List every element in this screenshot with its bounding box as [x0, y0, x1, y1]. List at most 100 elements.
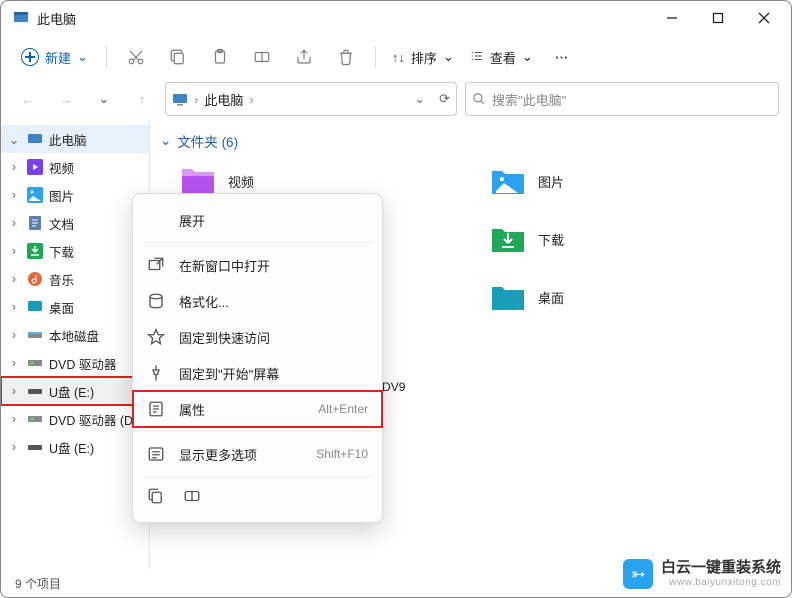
ctx-shortcut: Alt+Enter: [318, 402, 368, 416]
sidebar-item-label: U盘 (E:): [49, 438, 94, 457]
ctx-shortcut: Shift+F10: [316, 447, 368, 461]
breadcrumb-root[interactable]: 此电脑: [204, 90, 243, 109]
new-label: 新建: [45, 48, 71, 67]
ctx-label: 显示更多选项: [179, 445, 302, 464]
dropdown-icon[interactable]: ⌄: [414, 91, 425, 107]
ctx-pin-quick[interactable]: 固定到快速访问: [133, 319, 382, 355]
sidebar-item-label: 桌面: [49, 298, 74, 317]
dvd-icon: [27, 411, 43, 427]
properties-icon: [147, 400, 165, 418]
sidebar-item-documents[interactable]: ›文档: [1, 209, 149, 237]
sidebar-item-downloads[interactable]: ›下载: [1, 237, 149, 265]
ctx-copy-icon[interactable]: [147, 487, 165, 508]
sidebar-item-desktop[interactable]: ›桌面: [1, 293, 149, 321]
more-button[interactable]: ···: [543, 41, 581, 73]
item-count: 9 个项目: [15, 575, 61, 592]
video-icon: [27, 159, 43, 175]
sidebar-item-pictures[interactable]: ›图片: [1, 181, 149, 209]
folder-header[interactable]: ⌄ 文件夹 (6): [160, 131, 785, 151]
ctx-expand[interactable]: 展开: [133, 202, 382, 238]
sidebar-item-local-disk[interactable]: ›本地磁盘: [1, 321, 149, 349]
folder-tile-downloads[interactable]: 下载: [490, 221, 750, 257]
sidebar-item-label: 音乐: [49, 270, 74, 289]
view-label: 查看: [490, 48, 516, 67]
new-button[interactable]: 新建 ⌄: [13, 44, 96, 71]
tile-label: 图片: [538, 172, 564, 191]
search-input[interactable]: 搜索"此电脑": [465, 82, 779, 116]
address-bar[interactable]: › 此电脑 › ⌄ ⟳: [165, 82, 457, 116]
watermark: ➳ 白云一键重装系统 www.baiyunxitong.com: [623, 559, 781, 589]
tile-label: 下载: [538, 230, 564, 249]
sidebar-item-label: 本地磁盘: [49, 326, 99, 345]
sidebar-item-label: 文档: [49, 214, 74, 233]
ctx-show-more[interactable]: 显示更多选项 Shift+F10: [133, 436, 382, 472]
format-icon: [147, 292, 165, 310]
crumb-chevron-icon[interactable]: ›: [194, 92, 198, 107]
music-icon: [27, 271, 43, 287]
usb-icon: [27, 383, 43, 399]
folder-header-label: 文件夹 (6): [177, 131, 238, 151]
folder-tile-desktop[interactable]: 桌面: [490, 279, 750, 315]
address-row: ← → ⌄ ↑ › 此电脑 › ⌄ ⟳ 搜索"此电脑": [1, 79, 791, 119]
document-icon: [27, 215, 43, 231]
title-bar: 此电脑: [1, 1, 791, 35]
star-icon: [147, 328, 165, 346]
usb-icon: [27, 439, 43, 455]
cut-button[interactable]: [117, 41, 155, 73]
sidebar-item-label: DVD 驱动器 (D:: [49, 410, 137, 429]
sidebar-item-videos[interactable]: ›视频: [1, 153, 149, 181]
folder-tile-pictures[interactable]: 图片: [490, 163, 750, 199]
refresh-icon[interactable]: ⟳: [439, 91, 450, 107]
ctx-open-new-window[interactable]: 在新窗口中打开: [133, 247, 382, 283]
close-button[interactable]: [741, 2, 787, 34]
sidebar-item-this-pc[interactable]: ⌄此电脑: [1, 125, 149, 153]
share-button[interactable]: [285, 41, 323, 73]
rename-button[interactable]: [243, 41, 281, 73]
sort-button[interactable]: ↑↓ 排序 ⌄: [386, 48, 460, 67]
ctx-label: 固定到"开始"屏幕: [179, 364, 368, 383]
watermark-icon: ➳: [623, 559, 653, 589]
open-window-icon: [147, 256, 165, 274]
ctx-pin-start[interactable]: 固定到"开始"屏幕: [133, 355, 382, 391]
pc-icon: [172, 91, 188, 107]
ctx-label: 属性: [179, 400, 304, 419]
dvd-icon: [27, 355, 43, 371]
sidebar-item-usb-e[interactable]: ›U盘 (E:): [1, 433, 149, 461]
ctx-properties[interactable]: 属性 Alt+Enter: [133, 391, 382, 427]
view-button[interactable]: 查看 ⌄: [464, 48, 539, 67]
sidebar-item-label: 图片: [49, 186, 74, 205]
chevron-down-icon: ⌄: [443, 49, 454, 65]
sort-label: 排序: [411, 48, 437, 67]
ctx-label: 在新窗口中打开: [179, 256, 368, 275]
paste-button[interactable]: [201, 41, 239, 73]
pc-icon: [27, 131, 43, 147]
app-icon: [13, 9, 29, 28]
ctx-rename-icon[interactable]: [183, 487, 201, 508]
view-icon: [470, 49, 484, 66]
chevron-down-icon: ⌄: [160, 133, 171, 149]
desktop-icon: [27, 299, 43, 315]
pin-icon: [147, 364, 165, 382]
download-folder-icon: [490, 221, 526, 257]
sidebar-item-music[interactable]: ›音乐: [1, 265, 149, 293]
more-icon: [147, 445, 165, 463]
copy-button[interactable]: [159, 41, 197, 73]
up-button[interactable]: ↑: [127, 84, 157, 114]
sidebar-item-dvd[interactable]: ›DVD 驱动器: [1, 349, 149, 377]
download-icon: [27, 243, 43, 259]
forward-button[interactable]: →: [51, 84, 81, 114]
sidebar-item-usb[interactable]: ›U盘 (E:): [1, 377, 149, 405]
ctx-format[interactable]: 格式化...: [133, 283, 382, 319]
sidebar-item-dvd-d[interactable]: ›DVD 驱动器 (D:: [1, 405, 149, 433]
minimize-button[interactable]: [649, 2, 695, 34]
picture-icon: [27, 187, 43, 203]
delete-button[interactable]: [327, 41, 365, 73]
chevron-down-icon: ⌄: [77, 49, 88, 65]
recent-button[interactable]: ⌄: [89, 84, 119, 114]
back-button[interactable]: ←: [13, 84, 43, 114]
picture-folder-icon: [490, 163, 526, 199]
desktop-folder-icon: [490, 279, 526, 315]
sort-icon: ↑↓: [392, 50, 405, 65]
maximize-button[interactable]: [695, 2, 741, 34]
crumb-chevron-icon[interactable]: ›: [249, 92, 253, 107]
